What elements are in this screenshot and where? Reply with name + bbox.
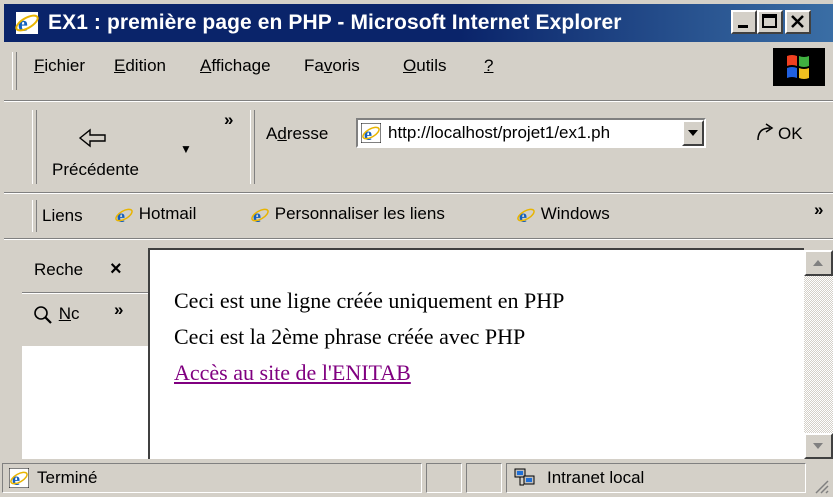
scroll-down-button[interactable] (804, 433, 833, 459)
menu-fichier[interactable]: Fichier (34, 56, 85, 76)
back-dropdown-icon[interactable]: ▼ (180, 142, 192, 156)
search-icon (34, 305, 52, 324)
link-hotmail[interactable]: e Hotmail (114, 204, 196, 225)
enitab-link-row: Accès au site de l'ENITAB (174, 360, 411, 386)
toolbar: Précédente ▼ » Adresse e http://localhos… (4, 102, 833, 192)
title-bar[interactable]: e EX1 : première page en PHP - Microsoft… (4, 4, 833, 42)
address-url[interactable]: http://localhost/projet1/ex1.ph (388, 123, 610, 143)
content-line-1: Ceci est une ligne créée uniquement en P… (174, 288, 565, 313)
explorer-bar: Reche × Nc » (22, 252, 148, 459)
link-windows[interactable]: e Windows (516, 204, 610, 225)
links-chevron[interactable]: » (814, 200, 823, 220)
zone-label: Intranet local (547, 468, 645, 487)
links-label: Liens (42, 206, 83, 225)
minimize-icon (738, 25, 748, 28)
menu-grip[interactable] (12, 52, 17, 90)
address-dropdown[interactable] (682, 120, 704, 146)
status-text-panel: e Terminé (2, 463, 422, 493)
windows-flag-icon (773, 48, 825, 86)
links-grip[interactable] (32, 200, 37, 232)
menu-help[interactable]: ? (484, 56, 493, 76)
menu-edition[interactable]: Edition (114, 56, 166, 76)
explorer-close-icon[interactable]: × (110, 258, 122, 281)
explorer-bar-title: Reche (34, 260, 84, 279)
explorer-new-button[interactable]: Nc (32, 304, 80, 325)
explorer-chevron[interactable]: » (114, 300, 123, 320)
explorer-content (22, 346, 148, 459)
toolbar-grip[interactable] (32, 110, 37, 184)
separator (4, 238, 833, 240)
intranet-icon (514, 468, 535, 486)
chevron-down-icon (688, 130, 698, 136)
menu-favoris[interactable]: Favoris (304, 56, 360, 76)
resize-grip-icon[interactable] (812, 477, 830, 495)
back-button[interactable]: Précédente ▼ (40, 106, 200, 188)
maximize-button[interactable] (757, 10, 783, 34)
menu-bar: Fichier Edition Affichage Favoris Outils… (4, 42, 833, 100)
go-icon[interactable] (754, 122, 776, 144)
close-icon (791, 15, 804, 28)
zone-panel[interactable]: Intranet local (506, 463, 806, 493)
address-label: Adresse (266, 124, 329, 143)
separator (22, 292, 148, 294)
status-panel (466, 463, 502, 493)
address-field[interactable]: e http://localhost/projet1/ex1.ph (356, 118, 706, 148)
toolbar-chevron[interactable]: » (224, 110, 233, 130)
go-button[interactable]: OK (778, 124, 803, 144)
ie-icon: e (115, 206, 133, 225)
ie-icon: e (517, 206, 535, 225)
maximize-icon (762, 14, 777, 28)
ie-icon: e (251, 206, 269, 225)
chevron-up-icon (813, 260, 823, 266)
menu-affichage[interactable]: Affichage (200, 56, 271, 76)
vertical-scrollbar[interactable] (804, 250, 833, 459)
ie-window: e EX1 : première page en PHP - Microsoft… (0, 0, 833, 497)
page-content: Ceci est une ligne créée uniquement en P… (148, 248, 804, 459)
close-button[interactable] (785, 10, 811, 34)
enitab-link[interactable]: Accès au site de l'ENITAB (174, 360, 411, 385)
back-label: Précédente (52, 160, 139, 179)
links-bar: Liens e Hotmail e Personnaliser les lien… (4, 194, 833, 238)
status-bar: e Terminé Intranet local (0, 459, 833, 497)
ie-page-icon: e (361, 123, 381, 143)
ie-page-icon: e (9, 468, 29, 488)
chevron-down-icon (813, 443, 823, 449)
menu-outils[interactable]: Outils (403, 56, 446, 76)
status-text: Terminé (37, 468, 98, 487)
status-panel (426, 463, 462, 493)
link-personnaliser[interactable]: e Personnaliser les liens (250, 204, 445, 225)
scroll-up-button[interactable] (804, 250, 833, 276)
ie-icon: e (15, 11, 39, 36)
window-title: EX1 : première page en PHP - Microsoft I… (48, 11, 622, 34)
minimize-button[interactable] (731, 10, 757, 34)
address-grip[interactable] (250, 110, 255, 184)
back-arrow-icon (78, 128, 106, 148)
content-line-2: Ceci est la 2ème phrase créée avec PHP (174, 324, 526, 349)
